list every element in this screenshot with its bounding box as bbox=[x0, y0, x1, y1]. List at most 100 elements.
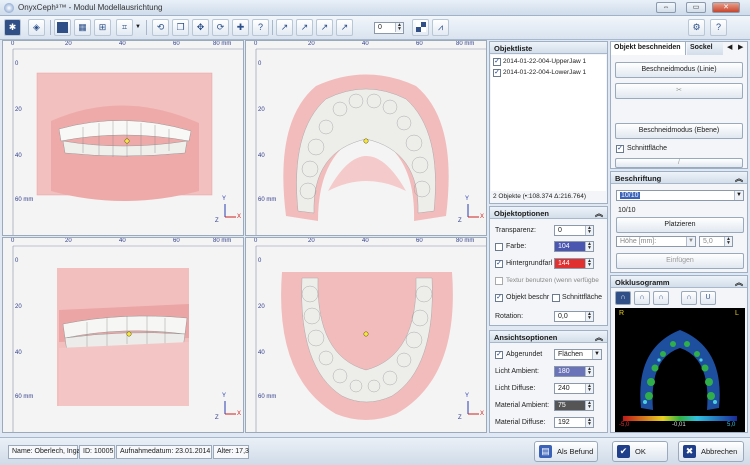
farbe-label: Farbe: bbox=[506, 243, 527, 250]
settings-right-icon[interactable]: ⚙ bbox=[688, 19, 705, 36]
ruler-label-top: 60 bbox=[416, 41, 423, 47]
ruler-label-top: 40 bbox=[119, 41, 126, 47]
title-bar: OnyxCeph³™ - Modul Modellausrichtung ⇔ ▭… bbox=[0, 0, 750, 16]
okklusion-mode-5-icon[interactable]: U bbox=[700, 291, 716, 305]
objektliste-list[interactable]: ✓ 2014-01-22-004-UpperJaw 1 ✓ 2014-01-22… bbox=[491, 55, 606, 191]
beschneidmodus-linie-button[interactable]: Beschneidmodus (Linie) bbox=[615, 62, 743, 78]
scissors-button[interactable]: ✂ bbox=[615, 83, 743, 99]
add-point-icon[interactable]: ✚ bbox=[232, 19, 249, 36]
abgerundet-checkbox[interactable]: ✓ bbox=[495, 351, 503, 359]
collapse-icon[interactable]: ︽ bbox=[735, 173, 743, 184]
ruler-label-left: 60 mm bbox=[258, 394, 277, 400]
beschneidmodus-ebene-button[interactable]: Beschneidmodus (Ebene) bbox=[615, 123, 743, 139]
scale-mid-label: -0,01 bbox=[672, 422, 686, 428]
ruler-label-left: 20 bbox=[15, 107, 22, 113]
ruler-label-top: 60 bbox=[173, 41, 180, 47]
transparenz-input[interactable]: 0 ▲ ▼ bbox=[554, 225, 594, 236]
object-checkbox[interactable]: ✓ bbox=[493, 58, 501, 66]
object-item[interactable]: 2014-01-22-004-UpperJaw 1 bbox=[503, 58, 586, 65]
schnittflaeche-checkbox[interactable] bbox=[552, 294, 560, 302]
redo-model-icon[interactable]: ⟳ bbox=[212, 19, 229, 36]
help-point-icon[interactable]: ? bbox=[252, 19, 269, 36]
side-view-canvas bbox=[12, 245, 243, 432]
collapse-icon[interactable]: ︽ bbox=[595, 208, 603, 219]
object-item[interactable]: 2014-01-22-004-LowerJaw 1 bbox=[503, 69, 586, 76]
dropdown-arrow-icon[interactable]: ▼ bbox=[135, 24, 141, 30]
close-button[interactable]: ✕ bbox=[712, 2, 740, 13]
single-view-icon[interactable] bbox=[54, 19, 71, 36]
tab-scroll-left-icon[interactable]: ◀ bbox=[727, 43, 732, 51]
status-bar: Name: Oberlech, Inga ID: 10005 Aufnahmed… bbox=[0, 437, 750, 465]
axis-z-icon[interactable]: ↗ bbox=[316, 19, 333, 36]
okklusogramm-view[interactable]: R L -5,0 -0,01 5,0 bbox=[615, 308, 745, 432]
axis-label-x: X bbox=[480, 411, 485, 417]
axis-x-icon[interactable]: ↗ bbox=[276, 19, 293, 36]
move-model-icon[interactable]: ✥ bbox=[192, 19, 209, 36]
abbrechen-button[interactable]: ✖ Abbrechen bbox=[678, 441, 744, 462]
textur-checkbox[interactable] bbox=[495, 277, 503, 285]
viewport-bottom[interactable]: 0 20 40 60 80 mm 0 20 40 60 mm Y Z X bbox=[245, 237, 487, 433]
hintergrund-checkbox[interactable]: ✓ bbox=[495, 260, 503, 268]
tab-sockel[interactable]: Sockel bbox=[687, 42, 723, 55]
restore-button[interactable]: ⇔ bbox=[656, 2, 676, 13]
viewport-side[interactable]: 0 20 40 60 80 mm 0 20 40 60 mm Y Z X bbox=[2, 237, 244, 433]
symmetry-icon[interactable]: ⩘ bbox=[432, 19, 449, 36]
copy-model-icon[interactable]: ❐ bbox=[172, 19, 189, 36]
okklusion-mode-4-icon[interactable]: ∩ bbox=[681, 291, 697, 305]
bottom-view-canvas bbox=[255, 245, 486, 432]
objektliste-header: Objektliste bbox=[490, 42, 607, 54]
okklusion-mode-1-icon[interactable]: ∩ bbox=[615, 291, 631, 305]
ruler-label-top: 80 mm bbox=[213, 41, 232, 47]
checker-icon[interactable] bbox=[412, 19, 429, 36]
einfuegen-button[interactable]: Einfügen bbox=[616, 253, 744, 269]
rotate-icon[interactable]: ⟲ bbox=[152, 19, 169, 36]
grid-view-icon[interactable]: ⊞ bbox=[94, 19, 111, 36]
platzieren-button[interactable]: Platzieren bbox=[616, 217, 744, 233]
tab-objekt-beschneiden[interactable]: Objekt beschneiden bbox=[611, 42, 686, 55]
beschriftung-select[interactable]: 10/10 ▼ bbox=[616, 190, 744, 201]
settings-icon[interactable]: ✱ bbox=[4, 19, 21, 36]
maximize-button[interactable]: ▭ bbox=[686, 2, 706, 13]
object-checkbox[interactable]: ✓ bbox=[493, 69, 501, 77]
okklusion-mode-2-icon[interactable]: ∩ bbox=[634, 291, 650, 305]
ansichtsoptionen-header[interactable]: Ansichtsoptionen ︽ bbox=[490, 331, 607, 343]
quad-view-icon[interactable]: ▦ bbox=[74, 19, 91, 36]
cut-plane-button[interactable]: / bbox=[615, 158, 743, 168]
collapse-icon[interactable]: ︽ bbox=[735, 277, 743, 288]
abgerundet-select[interactable]: Flächen ▼ bbox=[554, 349, 602, 360]
ruler-label-left: 0 bbox=[15, 258, 19, 264]
crop-icon[interactable]: ⌗ bbox=[116, 19, 133, 36]
viewport-front[interactable]: 0 20 40 60 80 mm 0 20 40 60 mm Y Z X bbox=[2, 40, 244, 236]
ok-button[interactable]: ✔ OK bbox=[612, 441, 668, 462]
hoehe-select[interactable]: Höhe [mm]: ▼ bbox=[616, 236, 696, 247]
als-befund-button[interactable]: ▤ Als Befund bbox=[534, 441, 598, 462]
hoehe-input[interactable]: 5,0 ▲ ▼ bbox=[699, 236, 733, 247]
cube-icon[interactable]: ◈ bbox=[28, 19, 45, 36]
viewport-top[interactable]: 0 20 40 60 80 mm 0 20 40 60 mm Y Z X bbox=[245, 40, 487, 236]
ruler-label-left: 20 bbox=[15, 304, 22, 310]
ruler-label-left: 40 bbox=[258, 153, 265, 159]
okklusion-mode-3-icon[interactable]: ∩ bbox=[653, 291, 669, 305]
farbe-checkbox[interactable] bbox=[495, 243, 503, 251]
axis-y-icon[interactable]: ↗ bbox=[296, 19, 313, 36]
axis-label-y: Y bbox=[465, 393, 470, 399]
farbe-input[interactable]: 104 ▲ ▼ bbox=[554, 241, 594, 252]
okklusogramm-header[interactable]: Okklusogramm ︽ bbox=[611, 276, 747, 288]
material-diffuse-label: Material Diffuse: bbox=[495, 419, 546, 426]
licht-ambient-input[interactable]: 180 ▲ ▼ bbox=[554, 366, 594, 377]
objektoptionen-header[interactable]: Objektoptionen ︽ bbox=[490, 207, 607, 219]
schnittflaeche-beschneiden-checkbox[interactable]: ✓ bbox=[616, 145, 624, 153]
hintergrund-input[interactable]: 144 ▲ ▼ bbox=[554, 258, 594, 269]
axis-all-icon[interactable]: ↗ bbox=[336, 19, 353, 36]
toolbar-spin-input[interactable]: 0 ▲ ▼ bbox=[374, 22, 404, 34]
material-diffuse-input[interactable]: 192 ▲ ▼ bbox=[554, 417, 594, 428]
material-ambient-input[interactable]: 75 ▲ ▼ bbox=[554, 400, 594, 411]
objekt-beschr-checkbox[interactable]: ✓ bbox=[495, 294, 503, 302]
licht-diffuse-input[interactable]: 240 ▲ ▼ bbox=[554, 383, 594, 394]
collapse-icon[interactable]: ︽ bbox=[595, 332, 603, 343]
help-icon[interactable]: ? bbox=[710, 19, 727, 36]
rotation-input[interactable]: 0,0 ▲ ▼ bbox=[554, 311, 594, 322]
axis-label-z: Z bbox=[458, 415, 462, 421]
beschriftung-header[interactable]: Beschriftung ︽ bbox=[611, 172, 747, 184]
tab-scroll-right-icon[interactable]: ▶ bbox=[738, 43, 743, 51]
